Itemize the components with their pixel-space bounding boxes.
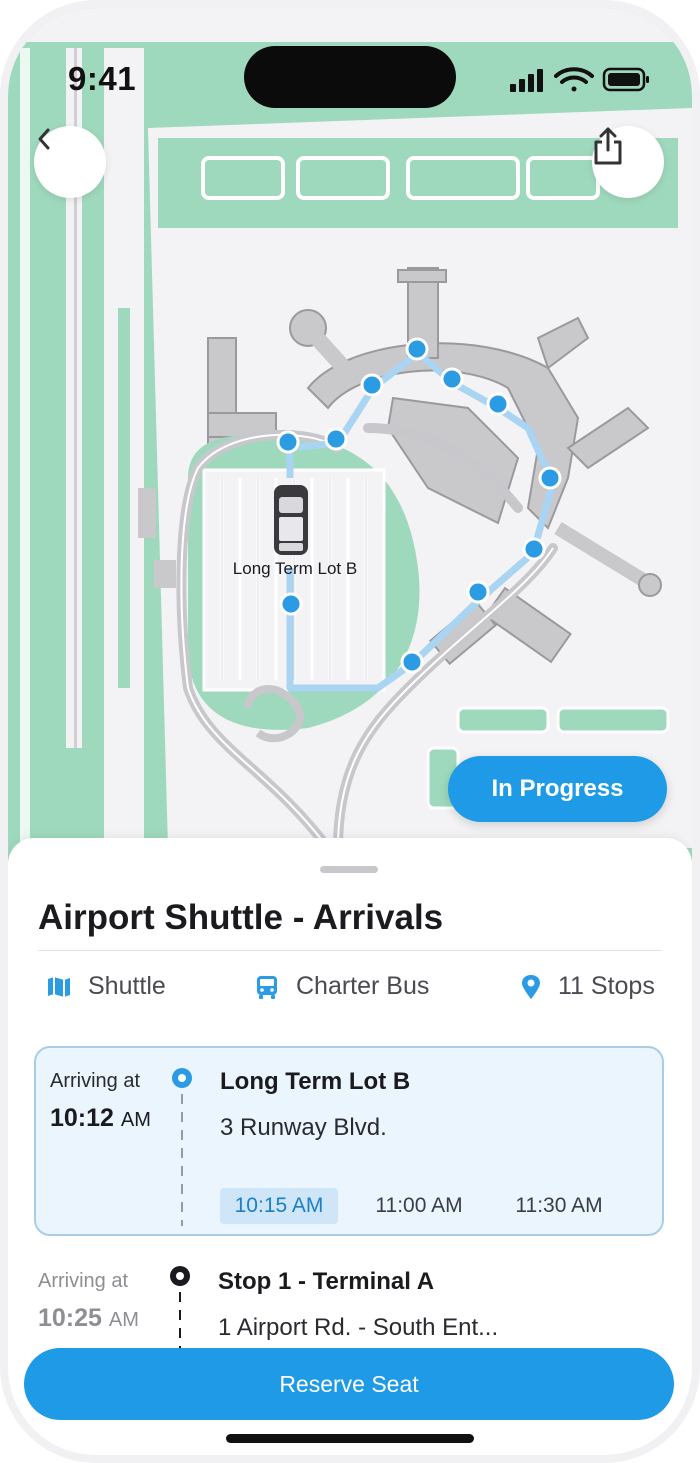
status-icons	[510, 67, 649, 92]
shuttle-vehicle-icon	[274, 485, 308, 555]
route-map[interactable]: Long Term Lot B In Progress	[8, 8, 692, 908]
home-indicator[interactable]	[226, 1434, 474, 1443]
stop-name: Stop 1 - Terminal A	[218, 1268, 435, 1295]
departure-time-chip[interactable]: 10:15 AM	[220, 1188, 338, 1224]
arriving-label: Arriving at	[50, 1070, 141, 1092]
app-screen: Long Term Lot B In Progress 9:41 Airport…	[8, 8, 692, 1455]
lot-label: Long Term Lot B	[232, 559, 358, 578]
wifi-icon	[554, 67, 594, 92]
stop-address: 3 Runway Blvd.	[220, 1114, 387, 1141]
status-time: 9:41	[68, 60, 137, 97]
stop-address: 1 Airport Rd. - South Ent...	[218, 1314, 499, 1341]
timeline-marker-current	[172, 1068, 192, 1226]
sheet-grabber[interactable]	[320, 866, 378, 873]
dynamic-island	[244, 46, 456, 108]
meta-label: 11 Stops	[558, 972, 655, 1000]
arrival-time: 10:12 AM	[50, 1104, 151, 1132]
stop-name: Long Term Lot B	[220, 1068, 411, 1095]
route-title: Airport Shuttle - Arrivals	[38, 898, 444, 937]
meta-label: Shuttle	[88, 972, 166, 1000]
reserve-seat-button[interactable]: Reserve Seat	[24, 1348, 674, 1420]
trip-status-button[interactable]: In Progress	[448, 756, 667, 822]
departure-time-chip[interactable]: 11:00 AM	[360, 1188, 478, 1224]
stop-card-next[interactable]: Arriving at 10:25 AM Stop 1 - Terminal A…	[34, 1258, 664, 1348]
meta-bus-class: Charter Bus	[254, 972, 429, 1001]
meta-label: Charter Bus	[296, 972, 430, 1000]
location-pin-icon	[522, 974, 540, 999]
meta-stops-count: 11 Stops	[520, 972, 655, 1001]
map-icon	[48, 976, 70, 997]
signal-icon	[510, 69, 543, 92]
timeline-marker-next	[170, 1266, 190, 1348]
battery-icon	[602, 67, 649, 92]
phone-frame: Long Term Lot B In Progress 9:41 Airport…	[0, 0, 700, 1463]
arrival-time: 10:25 AM	[38, 1304, 139, 1332]
stop-card-current[interactable]: Arriving at 10:12 AM Long Term Lot B 3 R…	[34, 1046, 664, 1236]
route-details-sheet: Airport Shuttle - Arrivals Shuttle Chart…	[8, 838, 692, 1455]
meta-vehicle-type: Shuttle	[46, 972, 166, 1001]
arriving-label: Arriving at	[38, 1270, 129, 1292]
departure-time-chip[interactable]: 11:30 AM	[500, 1188, 618, 1224]
divider	[38, 950, 662, 951]
status-bar: 9:41	[8, 8, 692, 138]
bus-icon	[257, 975, 277, 999]
